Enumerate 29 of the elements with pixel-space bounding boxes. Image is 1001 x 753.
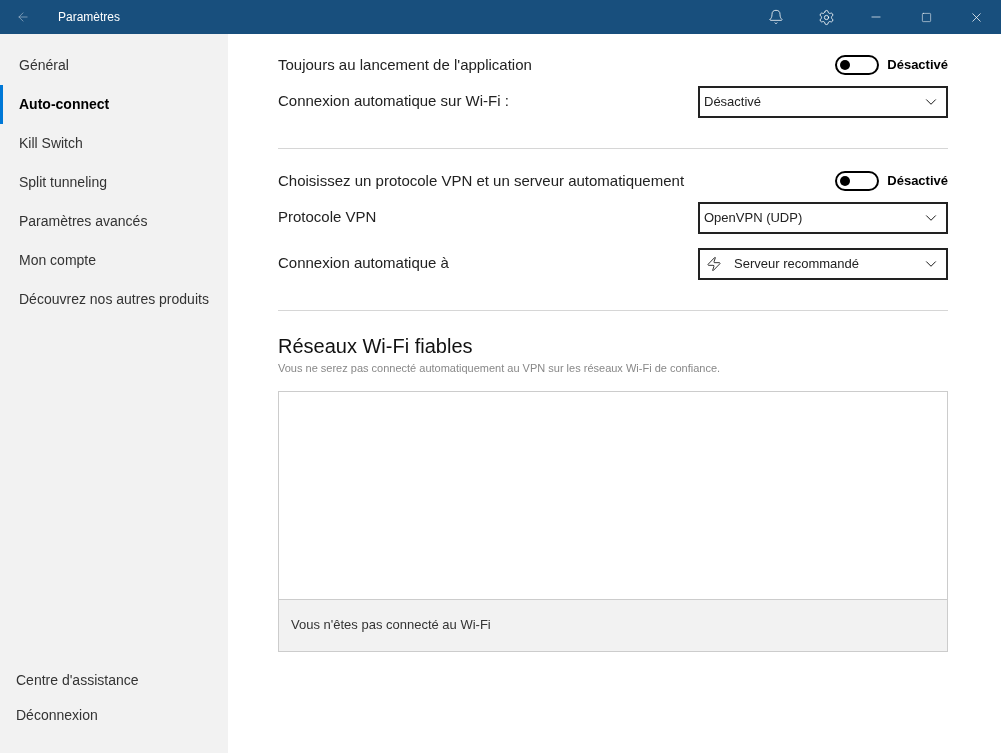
settings-icon [817,8,835,26]
toggle-state-text: Désactivé [887,172,948,191]
maximize-icon [920,11,932,23]
dropdown[interactable]: OpenVPN (UDP) [698,202,948,234]
sidebar-item[interactable]: Paramètres avancés [0,202,228,241]
sidebar-item[interactable]: Auto-connect [0,85,228,124]
toggle-switch[interactable] [835,171,880,191]
sidebar-item[interactable]: Split tunneling [0,163,228,202]
setting-label: Connexion automatique sur Wi-Fi : [278,91,509,111]
sidebar-item[interactable]: Découvrez nos autres produits [0,280,228,319]
sidebar-link[interactable]: Centre d'assistance [0,663,228,698]
setting-label: Toujours au lancement de l'application [278,54,532,75]
sidebar-link[interactable]: Déconnexion [0,698,228,733]
sidebar-item[interactable]: Mon compte [0,241,228,280]
dropdown[interactable]: Désactivé [698,86,948,118]
bell-icon [768,9,784,25]
sidebar-item[interactable]: Général [0,46,228,85]
window-title: Paramètres [58,9,121,26]
status-message: Vous n'êtes pas connecté au Wi-Fi [291,616,491,635]
setting-label: Protocole VPN [278,207,377,227]
dropdown[interactable]: Serveur recommandé [698,248,948,280]
sidebar-item[interactable]: Kill Switch [0,124,228,163]
lightning-icon [706,256,722,272]
section-description: Vous ne serez pas connecté automatiquement au VPN sur les réseaux Wi-Fi de confiance. [278,361,722,376]
toggle-state-text: Désactivé [887,56,948,75]
section-heading: Réseaux Wi-Fi fiables [278,334,474,359]
setting-label: Connexion automatique à [278,253,449,273]
setting-label: Choisissez un protocole VPN et un serveur automatiquement [278,170,685,191]
toggle-switch[interactable] [835,55,880,75]
